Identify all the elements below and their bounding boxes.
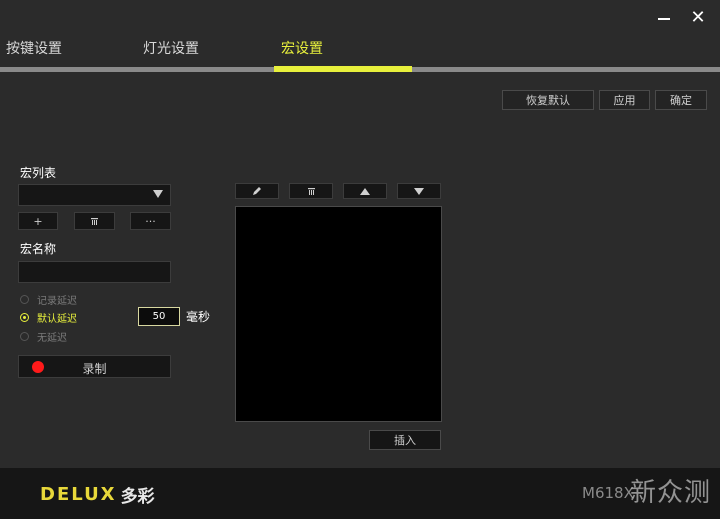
radio-label: 记录延迟	[37, 296, 77, 307]
macro-name-input[interactable]	[18, 261, 171, 283]
radio-indicator	[20, 313, 29, 322]
confirm-button[interactable]: 确定	[655, 90, 707, 110]
macro-name-label: 宏名称	[20, 242, 57, 256]
delete-icon	[307, 187, 315, 195]
move-up-icon	[360, 187, 370, 195]
close-icon: ✕	[690, 6, 706, 28]
more-options-button[interactable]: ···	[130, 212, 171, 230]
apply-button[interactable]: 应用	[599, 90, 650, 110]
tab-key-settings[interactable]: 按键设置	[6, 38, 62, 58]
radio-no-delay[interactable]: 无延迟	[20, 329, 67, 344]
radio-indicator	[20, 332, 29, 341]
record-label: 录制	[82, 362, 107, 376]
minimize-button[interactable]	[654, 6, 674, 28]
radio-default-delay[interactable]: 默认延迟	[20, 310, 77, 325]
delay-unit: 毫秒	[186, 310, 211, 324]
edit-icon	[253, 187, 261, 195]
move-down-icon	[414, 187, 424, 195]
radio-record-delay[interactable]: 记录延迟	[20, 292, 77, 307]
insert-button[interactable]: 插入	[369, 430, 441, 450]
tab-macro-settings[interactable]: 宏设置	[281, 38, 323, 58]
macro-settings-window: ✕ 按键设置 灯光设置 宏设置 恢复默认 应用 确定 宏列表 + ··· 宏名称…	[0, 0, 720, 519]
brand-name-cn: 多彩	[120, 487, 155, 507]
delete-icon	[91, 217, 98, 225]
radio-label: 默认延迟	[37, 314, 77, 325]
delete-macro-button[interactable]	[74, 212, 115, 230]
add-macro-button[interactable]: +	[18, 212, 58, 230]
dropdown-arrow-icon	[153, 190, 163, 198]
radio-label: 无延迟	[37, 333, 67, 344]
brand-logo: DELUX 多彩	[40, 482, 155, 507]
model-name: M618X	[582, 484, 634, 502]
brand-name-en: DELUX	[40, 484, 117, 505]
close-button[interactable]: ✕	[688, 6, 708, 28]
macro-list-label: 宏列表	[20, 166, 57, 180]
tab-lighting-settings[interactable]: 灯光设置	[143, 38, 199, 58]
macro-step-list[interactable]	[235, 206, 442, 422]
edit-step-button[interactable]	[235, 183, 279, 199]
delete-step-button[interactable]	[289, 183, 333, 199]
record-button[interactable]: 录制	[18, 355, 171, 378]
restore-default-button[interactable]: 恢复默认	[502, 90, 594, 110]
macro-list-select[interactable]	[18, 184, 171, 206]
move-up-button[interactable]	[343, 183, 387, 199]
minimize-icon	[658, 18, 670, 20]
watermark: 新众测	[630, 478, 712, 508]
active-tab-indicator	[274, 66, 412, 72]
delay-input[interactable]: 50	[138, 307, 180, 326]
move-down-button[interactable]	[397, 183, 441, 199]
radio-indicator	[20, 295, 29, 304]
